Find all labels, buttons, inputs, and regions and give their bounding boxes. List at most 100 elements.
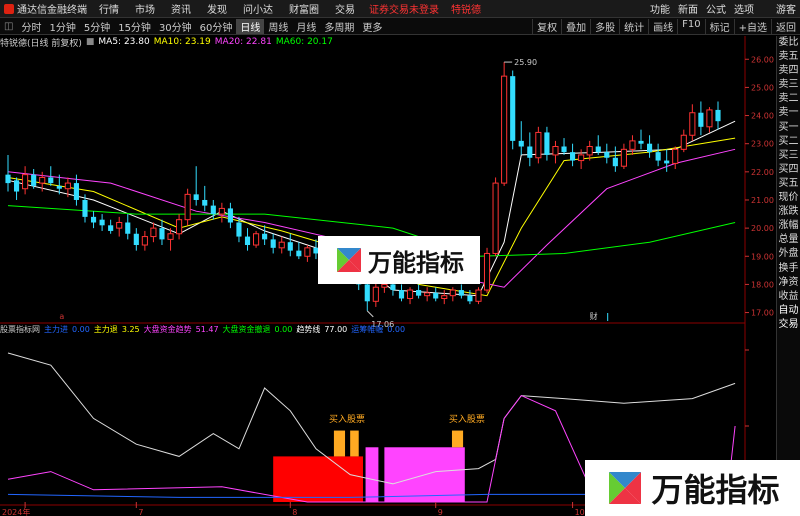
signal-block (350, 430, 359, 457)
menu-item-ask[interactable]: 问小达 (235, 1, 281, 16)
candle-body-down (510, 76, 516, 141)
menu-item-news[interactable]: 资讯 (163, 1, 199, 16)
period-tab[interactable]: 多周期 (320, 19, 358, 34)
signal-block (273, 456, 363, 502)
candle-body-up (39, 176, 46, 184)
sidebar-label: 外盘 (778, 248, 799, 260)
candle-body-up (620, 148, 627, 167)
period-tab[interactable]: 月线 (292, 19, 320, 34)
sub-indicator-name: 股票指标网 (0, 324, 40, 334)
menu-item-trade[interactable]: 交易 (327, 1, 363, 16)
candle-body-up (141, 236, 148, 246)
candle-body-down (604, 152, 610, 158)
y-tick-label: 25.00 (751, 83, 774, 92)
tool-back[interactable]: 返回 (771, 18, 800, 34)
candle-body-down (133, 233, 139, 246)
candle-body-up (552, 146, 559, 156)
menu-new[interactable]: 新面 (674, 1, 702, 16)
stock-name-tag[interactable]: 特锐德 (445, 1, 487, 16)
candle-body-up (475, 289, 482, 302)
candle-body-down (108, 225, 114, 231)
sub-item-5-value: 0.00 (387, 324, 406, 334)
candle-body-down (664, 160, 670, 164)
candle-body-up (184, 193, 191, 221)
y-tick-label: 17.00 (751, 309, 774, 318)
menu-func[interactable]: 功能 (646, 1, 674, 16)
sidebar-label: 收益 (778, 290, 799, 302)
candle-body-up (578, 154, 585, 162)
sidebar-label: 卖四 (778, 65, 799, 77)
candle-body-up (218, 207, 225, 215)
candle-body-up (22, 174, 29, 190)
sub-item-0-label: 主力进 (44, 324, 68, 334)
period-tab[interactable]: 更多 (358, 19, 386, 34)
candle-body-up (406, 289, 414, 299)
watermark-text: 万能指标 (368, 248, 464, 277)
period-tab[interactable]: 5分钟 (80, 19, 114, 34)
candle-body-down (56, 185, 62, 189)
period-tab[interactable]: 分时 (17, 19, 45, 34)
watermark-center: 万能指标 (318, 236, 480, 284)
candle-body-down (210, 205, 216, 215)
watermark-logo-icon (336, 247, 362, 273)
menu-item-exchange[interactable]: 市场 (127, 1, 163, 16)
top-menubar: 通达信金融终端 行情 市场 资讯 发现 问小达 财富圈 交易 证券交易未登录 特… (0, 0, 800, 18)
candle-body-down (159, 228, 165, 240)
tool-mark[interactable]: 标记 (704, 18, 734, 34)
tool-fuquan[interactable]: 复权 (532, 18, 561, 34)
sidebar-label: 交易 (778, 318, 799, 330)
candle-body-down (518, 140, 524, 147)
candle-body-down (398, 290, 405, 299)
candle-body-up (586, 146, 593, 156)
signal-block (333, 430, 346, 457)
user-label[interactable]: 游客 (772, 1, 800, 16)
candle-body-down (48, 177, 54, 184)
tool-multi[interactable]: 多股 (590, 18, 619, 34)
quote-sidebar: 委比 卖五 卖四 卖三 卖二 卖一 买一 买二 买三 买四 买五 现价 涨跌 涨幅 总量 外盘 换手 净资 收益 自动… (776, 36, 800, 516)
signal-block (365, 447, 379, 502)
candle-body-down (638, 140, 644, 144)
sidebar-label: 净资 (778, 276, 799, 288)
login-warning[interactable]: 证券交易未登录 (363, 1, 445, 16)
menu-item-market[interactable]: 行情 (91, 1, 127, 16)
tool-draw[interactable]: 画线 (648, 18, 677, 34)
sidebar-label: 买五 (778, 177, 799, 189)
sub-item-2-label: 大盘资金趋势 (143, 324, 192, 334)
date-label: 10 (575, 508, 585, 516)
candle-body-down (73, 183, 79, 200)
tool-stats[interactable]: 统计 (619, 18, 648, 34)
tool-f10[interactable]: F10 (677, 18, 704, 34)
candle-body-up (304, 247, 311, 257)
panel-icon[interactable]: ◫ (0, 21, 17, 32)
menu-item-discover[interactable]: 发现 (199, 1, 235, 16)
buy-signal-label: 买入股票 (329, 414, 365, 425)
menu-options[interactable]: 选项 (730, 1, 758, 16)
menu-formula[interactable]: 公式 (702, 1, 730, 16)
candle-body-down (82, 199, 88, 217)
period-tab-active[interactable]: 日线 (236, 18, 265, 34)
candle-body-up (629, 140, 636, 150)
sidebar-label: 买二 (778, 135, 799, 147)
y-tick-label: 20.00 (751, 224, 774, 233)
candle-body-up (535, 131, 542, 159)
candle-body-down (193, 194, 199, 200)
sidebar-label: 卖三 (778, 79, 799, 91)
buy-signal-label: 买入股票 (449, 414, 485, 425)
menu-item-wealth[interactable]: 财富圈 (281, 1, 327, 16)
sidebar-label: 买四 (778, 163, 799, 175)
period-tab[interactable]: 30分钟 (155, 19, 196, 34)
sidebar-label: 总量 (778, 234, 799, 246)
watermark-corner: 万能指标 (585, 460, 800, 516)
sub-item-0-value: 0.00 (72, 324, 90, 334)
y-tick-label: 24.00 (751, 112, 774, 121)
sub-item-3-label: 大盘资金撤退 (222, 324, 271, 334)
tool-overlay[interactable]: 叠加 (561, 18, 590, 34)
period-tab[interactable]: 15分钟 (114, 19, 155, 34)
period-tab[interactable]: 1分钟 (45, 19, 79, 34)
tool-add-favorite[interactable]: +自选 (733, 18, 771, 34)
candle-body-up (483, 252, 491, 291)
app-window: 通达信金融终端 行情 市场 资讯 发现 问小达 财富圈 交易 证券交易未登录 特… (0, 0, 800, 516)
period-tab[interactable]: 60分钟 (196, 19, 237, 34)
period-tab[interactable]: 周线 (264, 19, 292, 34)
candle-body-down (270, 239, 276, 248)
